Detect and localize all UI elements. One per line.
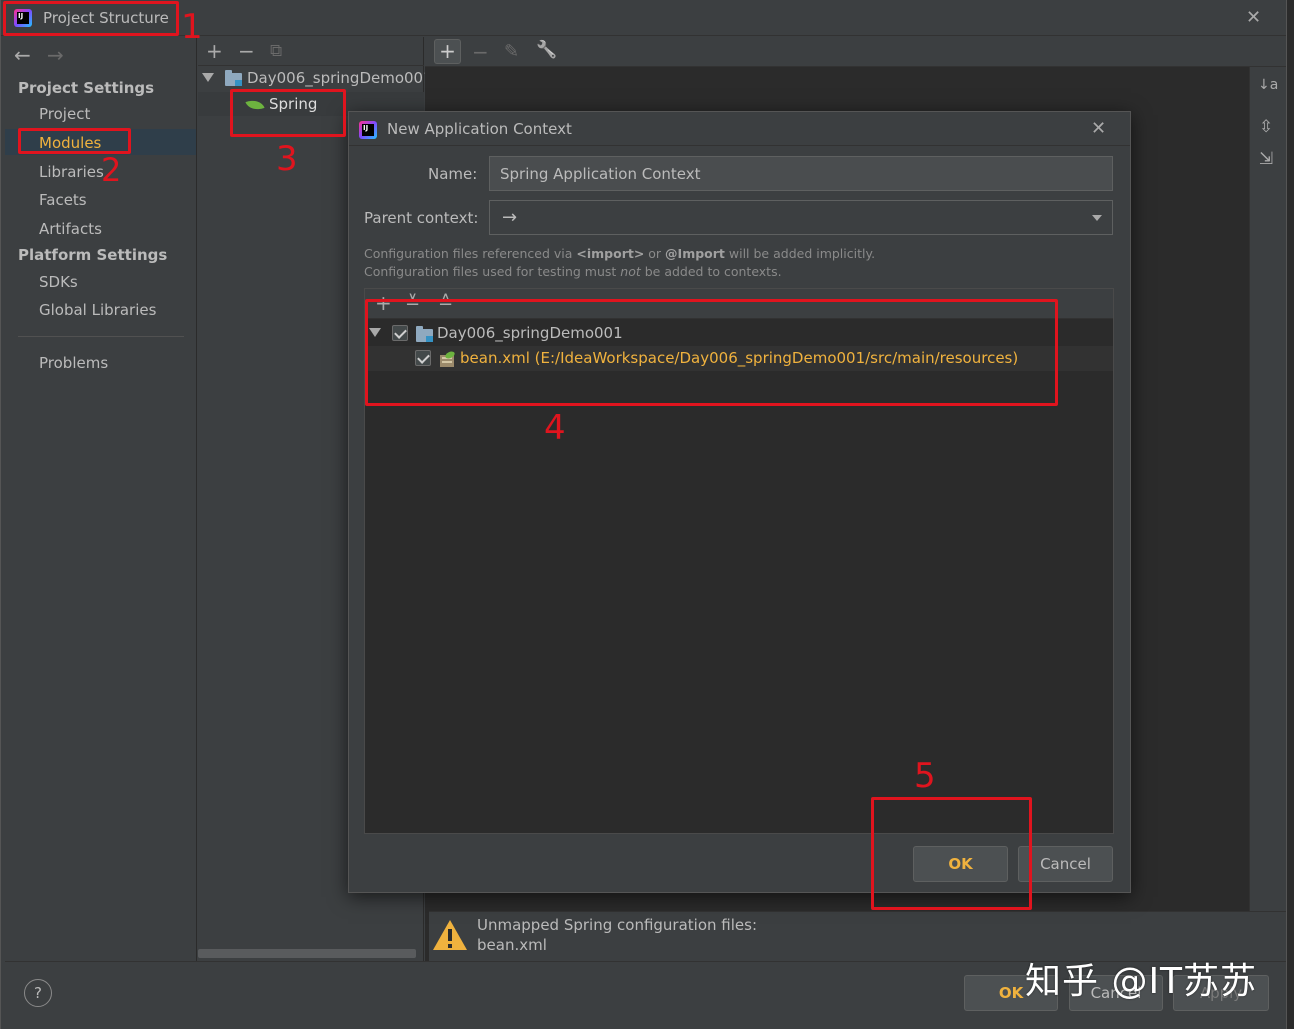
sidebar-item-project[interactable]: Project — [39, 105, 90, 123]
project-structure-window: IJ Project Structure ✕ ← → Project Setti… — [0, 0, 1294, 1029]
remove-context-icon[interactable]: − — [472, 40, 489, 64]
annotation-box-5 — [871, 797, 1032, 910]
sort-alpha-icon[interactable]: ↓a — [1258, 77, 1278, 93]
dialog-app-icon: IJ — [359, 121, 377, 139]
sidebar-divider — [18, 336, 184, 337]
annotation-number-3: 3 — [276, 139, 298, 179]
right-tool-strip: ↓a ⇳ ⇲ — [1249, 67, 1286, 911]
modules-toolbar-divider — [198, 65, 424, 66]
sidebar-item-global-libraries[interactable]: Global Libraries — [39, 301, 156, 319]
help-button[interactable]: ? — [24, 979, 52, 1007]
tree-expand-icon[interactable] — [202, 73, 214, 82]
collapse-all-icon[interactable]: ⇲ — [1259, 149, 1273, 169]
remove-module-icon[interactable]: − — [238, 39, 255, 63]
warning-icon — [433, 920, 467, 950]
annotation-number-4: 4 — [544, 408, 566, 448]
annotation-number-1: 1 — [181, 7, 203, 47]
platform-settings-header: Platform Settings — [18, 246, 168, 264]
window-close-icon[interactable]: ✕ — [1246, 7, 1261, 28]
parent-context-select[interactable]: → — [489, 200, 1113, 235]
annotation-box-1 — [3, 1, 179, 36]
edit-context-icon[interactable]: ✎ — [504, 41, 519, 62]
new-application-context-dialog: IJ New Application Context ✕ Name: Sprin… — [348, 111, 1131, 893]
warning-file: bean.xml — [477, 936, 547, 954]
dialog-close-icon[interactable]: ✕ — [1091, 118, 1106, 139]
sidebar-item-sdks[interactable]: SDKs — [39, 273, 78, 291]
modules-horizontal-scrollbar[interactable] — [198, 949, 416, 958]
annotation-box-3 — [230, 89, 346, 137]
chevron-down-icon — [1092, 215, 1102, 221]
copy-module-icon[interactable]: ⧉ — [270, 41, 282, 61]
parent-context-arrow-icon: → — [502, 207, 518, 228]
sidebar-item-facets[interactable]: Facets — [39, 191, 87, 209]
hint-import: Configuration files referenced via <impo… — [364, 246, 876, 261]
parent-context-label: Parent context: — [364, 209, 479, 227]
background-window-edge — [1286, 0, 1294, 1029]
annotation-box-4 — [365, 299, 1058, 406]
forward-arrow-icon[interactable]: → — [47, 43, 64, 67]
back-arrow-icon[interactable]: ← — [14, 43, 31, 67]
expand-all-icon[interactable]: ⇳ — [1259, 117, 1273, 137]
facet-toolbar: + − ✎ 🔧 — [425, 37, 1286, 67]
hint-testing: Configuration files used for testing mus… — [364, 264, 782, 279]
name-label: Name: — [428, 165, 478, 183]
zhihu-watermark: 知乎 @IT苏苏 — [1025, 961, 1258, 1002]
annotation-number-5: 5 — [914, 756, 936, 796]
dialog-cancel-button[interactable]: Cancel — [1018, 846, 1113, 882]
add-context-button[interactable]: + — [434, 39, 461, 64]
name-field[interactable]: Spring Application Context — [489, 156, 1113, 191]
project-settings-header: Project Settings — [18, 79, 155, 97]
warning-title: Unmapped Spring configuration files: — [477, 916, 758, 934]
annotation-number-2: 2 — [101, 151, 122, 189]
add-module-icon[interactable]: + — [206, 39, 223, 63]
module-folder-icon — [225, 70, 242, 86]
wrench-icon[interactable]: 🔧 — [536, 40, 557, 60]
sidebar-item-libraries[interactable]: Libraries — [39, 163, 104, 181]
dialog-title: New Application Context — [387, 120, 572, 138]
module-name[interactable]: Day006_springDemo001 — [247, 69, 433, 87]
sidebar-item-problems[interactable]: Problems — [39, 354, 108, 372]
dialog-title-divider — [349, 145, 1130, 146]
sidebar-item-artifacts[interactable]: Artifacts — [39, 220, 102, 238]
